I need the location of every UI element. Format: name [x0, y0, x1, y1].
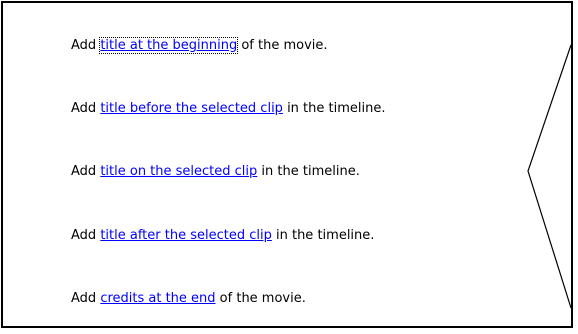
option-credits-at-end: Add credits at the end of the movie.	[71, 290, 306, 308]
title-after-clip-link[interactable]: title after the selected clip	[100, 228, 272, 243]
title-on-clip-link[interactable]: title on the selected clip	[100, 164, 257, 179]
option-title-after-clip: Add title after the selected clip in the…	[71, 227, 374, 245]
option-suffix: in the timeline.	[271, 228, 375, 243]
credits-at-end-link[interactable]: credits at the end	[100, 291, 215, 306]
option-title-at-beginning: Add title at the beginning of the movie.	[71, 37, 328, 55]
option-prefix: Add	[71, 38, 101, 53]
option-suffix: of the movie.	[215, 291, 306, 306]
title-before-clip-link[interactable]: title before the selected clip	[100, 101, 283, 116]
option-suffix: in the timeline.	[257, 164, 360, 179]
option-suffix: of the movie.	[237, 38, 328, 53]
title-at-beginning-link[interactable]: title at the beginning	[99, 37, 239, 54]
option-prefix: Add	[71, 101, 101, 116]
option-suffix: in the timeline.	[282, 101, 386, 116]
option-prefix: Add	[71, 228, 101, 243]
title-options-panel: Add title at the beginning of the movie.…	[1, 1, 573, 328]
option-prefix: Add	[71, 291, 101, 306]
option-title-on-clip: Add title on the selected clip in the ti…	[71, 163, 360, 181]
option-prefix: Add	[71, 164, 101, 179]
option-title-before-clip: Add title before the selected clip in th…	[71, 100, 385, 118]
